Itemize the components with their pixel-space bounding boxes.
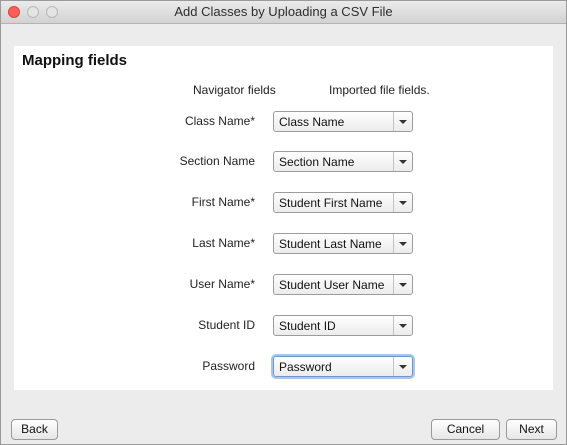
chevron-down-icon[interactable] [393,234,412,253]
back-button[interactable]: Back [11,419,58,440]
chevron-down-icon[interactable] [393,193,412,212]
first-name-select[interactable]: Student First Name [273,192,413,213]
field-label-class-name: Class Name* [184,114,255,128]
dialog-window: Add Classes by Uploading a CSV File Mapp… [0,0,567,445]
page-title: Mapping fields [22,52,127,69]
content-panel [14,46,553,390]
class-name-select[interactable]: Class Name [273,111,413,132]
cancel-button[interactable]: Cancel [431,419,500,440]
first-name-select-value: Student First Name [279,196,383,210]
user-name-select-value: Student User Name [279,278,385,292]
last-name-select-value: Student Last Name [279,237,382,251]
section-name-select-value: Section Name [279,155,355,169]
class-name-select-value: Class Name [279,115,345,129]
chevron-down-icon[interactable] [393,152,412,171]
navigator-fields-header: Navigator fields [193,83,276,97]
field-label-student-id: Student ID [198,318,255,332]
field-label-password: Password [202,359,255,373]
next-button[interactable]: Next [506,419,557,440]
field-label-first-name: First Name* [191,195,255,209]
student-id-select-value: Student ID [279,319,336,333]
chevron-down-icon[interactable] [393,275,412,294]
window-title: Add Classes by Uploading a CSV File [174,4,393,19]
chevron-down-icon[interactable] [393,112,412,131]
field-label-section-name: Section Name [179,154,255,168]
field-label-user-name: User Name* [189,277,255,291]
student-id-select[interactable]: Student ID [273,315,413,336]
title-bar[interactable]: Add Classes by Uploading a CSV File [1,1,566,24]
password-select-value: Password [279,360,332,374]
field-label-last-name: Last Name* [192,236,255,250]
chevron-down-icon[interactable] [393,357,412,376]
chevron-down-icon[interactable] [393,316,412,335]
user-name-select[interactable]: Student User Name [273,274,413,295]
section-name-select[interactable]: Section Name [273,151,413,172]
password-select[interactable]: Password [273,356,413,377]
last-name-select[interactable]: Student Last Name [273,233,413,254]
imported-fields-header: Imported file fields. [329,83,430,97]
